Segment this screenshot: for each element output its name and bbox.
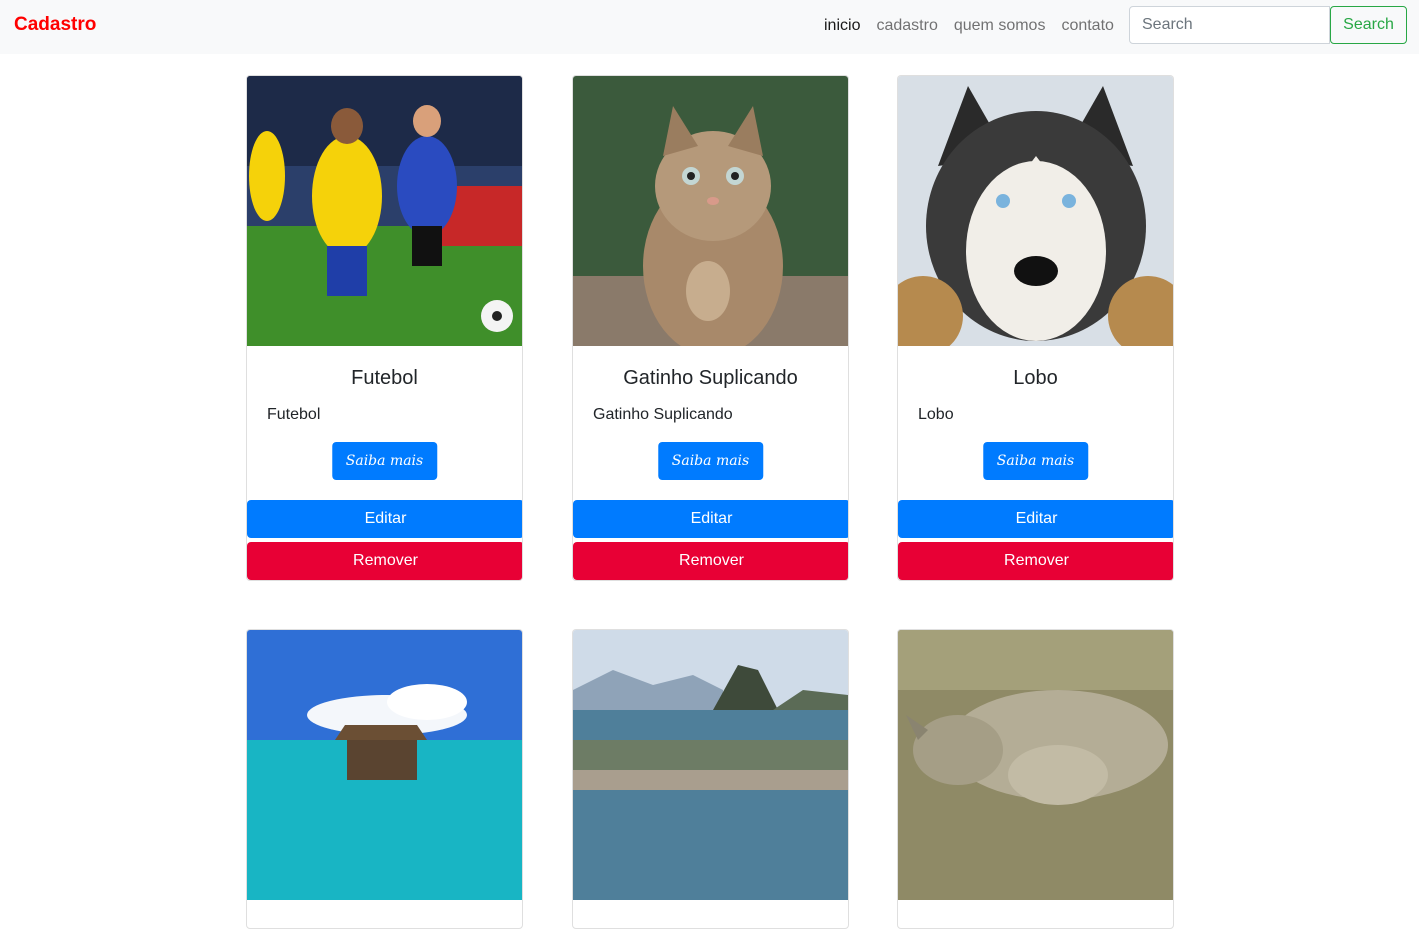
card-image (247, 630, 522, 900)
soccer-players-photo (247, 76, 522, 346)
card-title: Lobo (1013, 367, 1058, 389)
husky-wolf-photo (898, 76, 1173, 346)
nav-link-inicio[interactable]: inicio (824, 17, 860, 35)
card-title: Gatinho Suplicando (623, 367, 798, 389)
card-rio (572, 629, 849, 929)
rhinoceros-savanna-photo (898, 630, 1173, 900)
remover-button[interactable]: Remover (247, 542, 522, 580)
card-image (898, 630, 1173, 900)
saiba-mais-button[interactable]: Saiba mais (657, 442, 764, 480)
editar-button[interactable]: Editar (247, 500, 522, 538)
card-gatinho: Gatinho Suplicando Gatinho Suplicando Sa… (572, 75, 849, 581)
search-input[interactable] (1129, 6, 1330, 44)
saiba-mais-button[interactable]: Saiba mais (982, 442, 1089, 480)
card-image (898, 76, 1173, 346)
rio-sugarloaf-mountain-photo (573, 630, 848, 900)
kitten-begging-photo (573, 76, 848, 346)
remover-button[interactable]: Remover (573, 542, 848, 580)
card-title: Futebol (351, 367, 418, 389)
editar-button[interactable]: Editar (898, 500, 1173, 538)
nav-links: inicio cadastro quem somos contato (824, 17, 1130, 35)
card-image (573, 76, 848, 346)
card-lobo: Lobo Lobo Saiba mais Editar Remover (897, 75, 1174, 581)
remover-button[interactable]: Remover (898, 542, 1173, 580)
card-futebol: Futebol Futebol Saiba mais Editar Remove… (246, 75, 523, 581)
saiba-mais-button[interactable]: Saiba mais (331, 442, 438, 480)
nav-link-cadastro[interactable]: cadastro (876, 17, 937, 35)
nav-link-quem-somos[interactable]: quem somos (954, 17, 1046, 35)
tropical-beach-pier-photo (247, 630, 522, 900)
card-text: Gatinho Suplicando (593, 406, 733, 423)
card-text: Futebol (267, 406, 321, 423)
editar-button[interactable]: Editar (573, 500, 848, 538)
card-rinoceronte (897, 629, 1174, 929)
card-image (247, 76, 522, 346)
navbar: Cadastro inicio cadastro quem somos cont… (0, 0, 1419, 54)
nav-link-contato[interactable]: contato (1061, 17, 1113, 35)
card-praia (246, 629, 523, 929)
card-image (573, 630, 848, 900)
card-text: Lobo (918, 406, 954, 423)
search-button[interactable]: Search (1330, 6, 1407, 44)
brand-logo[interactable]: Cadastro (14, 14, 96, 36)
